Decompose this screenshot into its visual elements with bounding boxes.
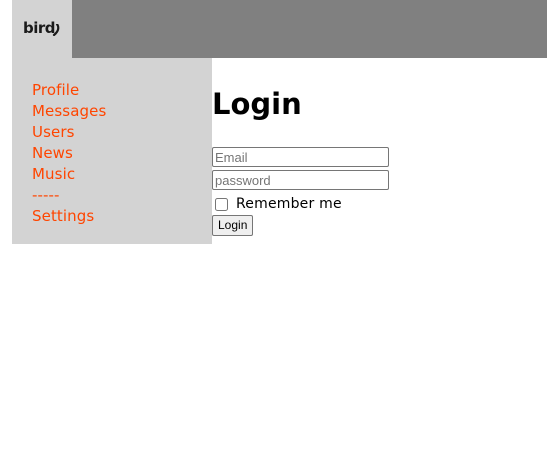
- sidebar: Profile Messages Users News Music ----- …: [12, 58, 212, 244]
- sidebar-item-news[interactable]: News: [32, 143, 106, 164]
- sidebar-item-users[interactable]: Users: [32, 122, 106, 143]
- sidebar-nav: Profile Messages Users News Music ----- …: [32, 80, 106, 227]
- page-title: Login: [212, 87, 302, 121]
- header-bar: bird: [12, 0, 547, 58]
- sidebar-item-music[interactable]: Music: [32, 164, 106, 185]
- login-button[interactable]: Login: [212, 215, 254, 236]
- sidebar-item-profile[interactable]: Profile: [32, 80, 106, 101]
- sidebar-item-settings[interactable]: Settings: [32, 206, 106, 227]
- sidebar-separator: -----: [32, 186, 60, 204]
- logo[interactable]: bird: [12, 0, 72, 58]
- remember-me-label[interactable]: Remember me: [236, 196, 342, 212]
- remember-me-row: Remember me: [212, 195, 342, 213]
- sidebar-item-messages[interactable]: Messages: [32, 101, 106, 122]
- remember-me-checkbox[interactable]: [215, 197, 228, 211]
- bird-logo-mark-icon: [52, 24, 60, 36]
- password-field[interactable]: [212, 170, 389, 190]
- email-field[interactable]: [212, 147, 389, 167]
- page: bird Profile Messages Users News Music -…: [0, 0, 547, 469]
